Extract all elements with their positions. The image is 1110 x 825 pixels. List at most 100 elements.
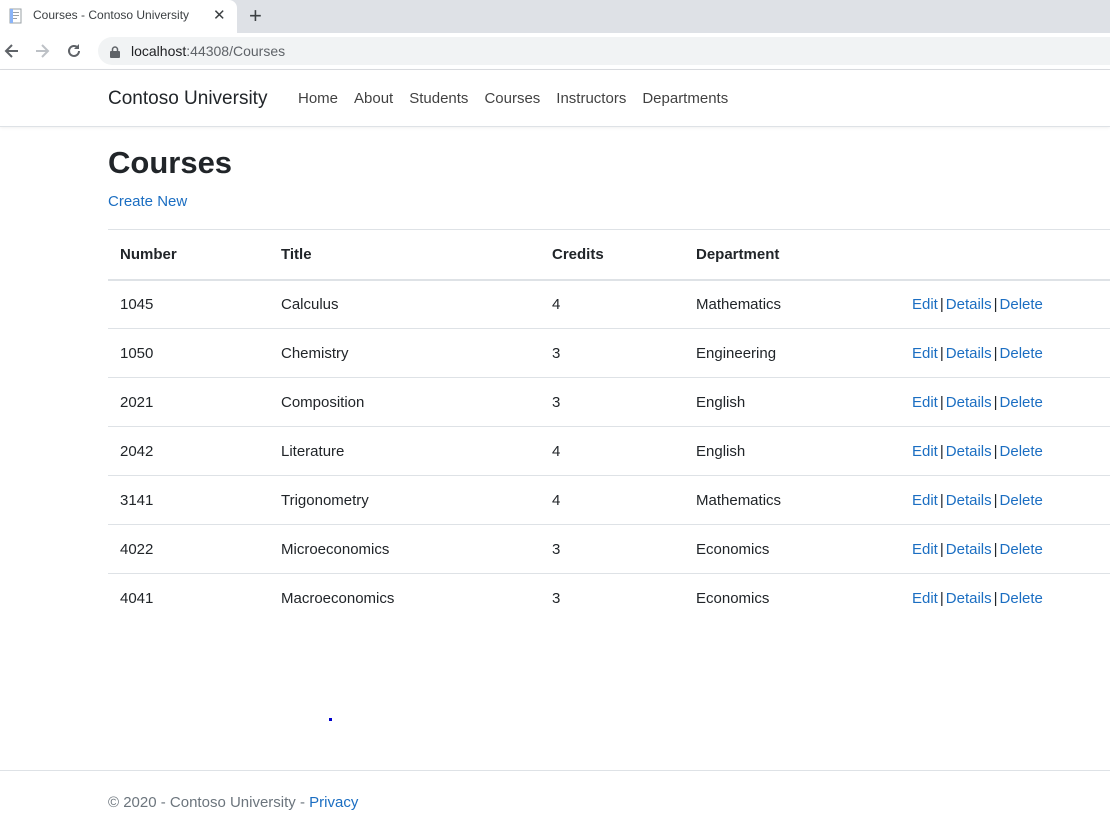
course-number: 1045 xyxy=(120,295,154,313)
delete-link[interactable]: Delete xyxy=(1000,345,1043,362)
nav-departments[interactable]: Departments xyxy=(642,90,728,107)
row-actions: Edit | Details | Delete xyxy=(900,574,1110,623)
edit-link[interactable]: Edit xyxy=(912,492,938,509)
lock-icon[interactable] xyxy=(110,45,120,58)
table-row: 1045 Calculus 4 Mathematics Edit | Details | Del… xyxy=(108,280,1110,329)
delete-link[interactable]: Delete xyxy=(1000,492,1043,509)
separator: | xyxy=(939,491,944,509)
nav-links: Home About Students Courses Instructors … xyxy=(298,90,744,107)
details-link[interactable]: Details xyxy=(946,394,992,411)
separator: | xyxy=(993,344,998,362)
separator: | xyxy=(993,295,998,313)
courses-table: Number Title Credits Department 1045 Calc… xyxy=(108,229,1110,623)
details-link[interactable]: Details xyxy=(946,590,992,607)
row-actions: Edit | Details | Delete xyxy=(900,378,1110,427)
course-credits: 3 xyxy=(552,393,561,411)
new-tab-icon[interactable]: + xyxy=(249,3,262,29)
details-link[interactable]: Details xyxy=(946,296,992,313)
reload-icon[interactable] xyxy=(64,41,84,61)
privacy-link[interactable]: Privacy xyxy=(309,794,358,811)
course-department: English xyxy=(696,393,746,411)
separator: | xyxy=(993,540,998,558)
course-department: Economics xyxy=(696,540,770,558)
browser-tab[interactable]: Courses - Contoso University ✕ xyxy=(0,0,237,33)
edit-link[interactable]: Edit xyxy=(912,345,938,362)
nav-home[interactable]: Home xyxy=(298,90,338,107)
edit-link[interactable]: Edit xyxy=(912,296,938,313)
table-row: 2042 Literature 4 English Edit | Details | Delet… xyxy=(108,427,1110,476)
edit-link[interactable]: Edit xyxy=(912,443,938,460)
course-number: 1050 xyxy=(120,344,154,362)
row-actions: Edit | Details | Delete xyxy=(900,525,1110,574)
course-department: Engineering xyxy=(696,344,777,362)
close-icon[interactable]: ✕ xyxy=(213,6,226,26)
column-header-credits: Credits xyxy=(552,245,604,263)
course-department: Economics xyxy=(696,589,770,607)
separator: | xyxy=(939,295,944,313)
course-credits: 4 xyxy=(552,491,561,509)
separator: | xyxy=(939,393,944,411)
row-actions: Edit | Details | Delete xyxy=(900,427,1110,476)
page-title: Courses xyxy=(108,145,233,180)
delete-link[interactable]: Delete xyxy=(1000,590,1043,607)
course-department: Mathematics xyxy=(696,295,782,313)
url-text: localhost:44308/Courses xyxy=(131,43,286,59)
browser-toolbar: localhost:44308/Courses xyxy=(0,33,1110,70)
separator: | xyxy=(993,393,998,411)
details-link[interactable]: Details xyxy=(946,345,992,362)
edit-link[interactable]: Edit xyxy=(912,394,938,411)
delete-link[interactable]: Delete xyxy=(1000,443,1043,460)
delete-link[interactable]: Delete xyxy=(1000,394,1043,411)
table-row: 4022 Microeconomics 3 Economics Edit | Details… xyxy=(108,525,1110,574)
course-credits: 4 xyxy=(552,442,561,460)
tab-title: Courses - Contoso University xyxy=(33,8,190,22)
delete-link[interactable]: Delete xyxy=(1000,296,1043,313)
course-title: Literature xyxy=(281,442,345,460)
delete-link[interactable]: Delete xyxy=(1000,541,1043,558)
nav-courses[interactable]: Courses xyxy=(484,90,540,107)
course-department: English xyxy=(696,442,746,460)
table-header-row: Number Title Credits Department xyxy=(108,229,1110,280)
course-number: 2042 xyxy=(120,442,154,460)
site-navbar: Contoso University Home About Students C… xyxy=(0,70,1110,127)
edit-link[interactable]: Edit xyxy=(912,590,938,607)
table-row: 3141 Trigonometry 4 Mathematics Edit | Details… xyxy=(108,476,1110,525)
forward-icon[interactable] xyxy=(32,41,52,61)
row-actions: Edit | Details | Delete xyxy=(900,476,1110,525)
address-bar[interactable]: localhost:44308/Courses xyxy=(98,37,1110,65)
course-number: 4041 xyxy=(120,589,154,607)
separator: | xyxy=(993,589,998,607)
browser-tabbar: Courses - Contoso University ✕ + xyxy=(0,0,1110,33)
create-new-link[interactable]: Create New xyxy=(108,193,187,210)
row-actions: Edit | Details | Delete xyxy=(900,280,1110,329)
nav-instructors[interactable]: Instructors xyxy=(556,90,626,107)
nav-about[interactable]: About xyxy=(354,90,393,107)
course-credits: 4 xyxy=(552,295,561,313)
brand-link[interactable]: Contoso University xyxy=(108,88,267,110)
separator: | xyxy=(993,442,998,460)
details-link[interactable]: Details xyxy=(946,492,992,509)
stray-dot xyxy=(329,718,332,721)
column-header-department: Department xyxy=(696,245,780,263)
edit-link[interactable]: Edit xyxy=(912,541,938,558)
course-title: Macroeconomics xyxy=(281,589,395,607)
separator: | xyxy=(993,491,998,509)
column-header-number: Number xyxy=(120,245,177,263)
course-title: Composition xyxy=(281,393,365,411)
column-header-actions xyxy=(900,230,1110,280)
details-link[interactable]: Details xyxy=(946,541,992,558)
course-credits: 3 xyxy=(552,540,561,558)
course-department: Mathematics xyxy=(696,491,782,509)
course-credits: 3 xyxy=(552,589,561,607)
separator: | xyxy=(939,442,944,460)
course-title: Trigonometry xyxy=(281,491,369,509)
details-link[interactable]: Details xyxy=(946,443,992,460)
nav-students[interactable]: Students xyxy=(409,90,468,107)
back-icon[interactable] xyxy=(2,41,22,61)
footer: © 2020 - Contoso University - Privacy xyxy=(0,770,1110,825)
course-title: Chemistry xyxy=(281,344,349,362)
row-actions: Edit | Details | Delete xyxy=(900,329,1110,378)
course-number: 4022 xyxy=(120,540,154,558)
table-row: 1050 Chemistry 3 Engineering Edit | Details | De… xyxy=(108,329,1110,378)
course-credits: 3 xyxy=(552,344,561,362)
